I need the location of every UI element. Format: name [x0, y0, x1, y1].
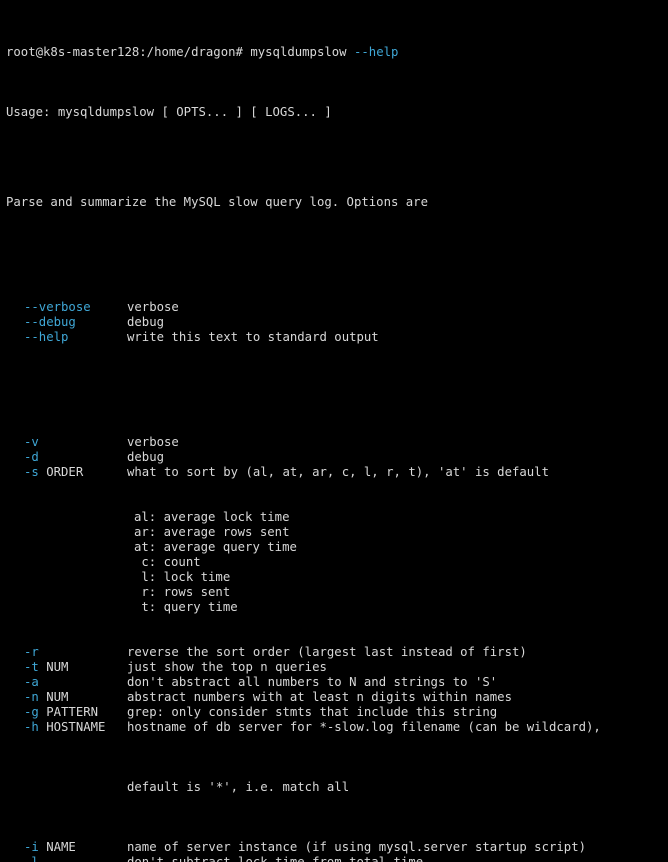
option-flag-name: -s [24, 465, 39, 479]
option-flag: -n NUM [24, 690, 68, 705]
option-line: -t NUM just show the top n queries [6, 660, 668, 675]
sort-key-description: l: lock time [134, 570, 231, 584]
short-options-list-b: -r reverse the sort order (largest last i… [6, 645, 668, 735]
option-continuation-line: default is '*', i.e. match all [6, 780, 668, 795]
option-flag: -a [24, 675, 39, 690]
option-description: verbose [127, 435, 179, 449]
option-flag-name: --help [24, 330, 69, 344]
sort-key-line: t: query time [6, 600, 668, 615]
option-argument: ORDER [38, 465, 84, 479]
sort-key-line: r: rows sent [6, 585, 668, 600]
option-line: --verbose verbose [6, 300, 668, 315]
sort-key-line: al: average lock time [6, 510, 668, 525]
sort-key-description: al: average lock time [134, 510, 290, 524]
option-description: name of server instance (if using mysql.… [127, 840, 587, 854]
option-argument: NUM [38, 660, 69, 674]
sort-key-description: r: rows sent [134, 585, 231, 599]
shell-prompt: root@k8s-master128:/home/dragon# [6, 45, 243, 59]
sort-key-line: at: average query time [6, 540, 668, 555]
command-argument: --help [353, 45, 399, 59]
option-flag-name: -t [24, 660, 39, 674]
long-options-list: --verbose verbose --debug debug --help write … [6, 300, 668, 345]
sort-key-description: ar: average rows sent [134, 525, 290, 539]
option-description: debug [127, 450, 165, 464]
option-flag-name: -g [24, 705, 39, 719]
option-argument: PATTERN [38, 705, 99, 719]
option-flag: -d [24, 450, 39, 465]
option-flag-name: -a [24, 675, 39, 689]
option-flag: -g PATTERN [24, 705, 98, 720]
option-flag: -t NUM [24, 660, 68, 675]
sort-keys-list: al: average lock time ar: average rows se… [6, 510, 668, 615]
option-argument: HOSTNAME [38, 720, 106, 734]
option-flag: -l [24, 855, 39, 862]
option-line: -g PATTERN grep: only consider stmts that… [6, 705, 668, 720]
terminal-window[interactable]: root@k8s-master128:/home/dragon# mysqldu… [0, 0, 668, 862]
sort-key-line: c: count [6, 555, 668, 570]
option-line: -d debug [6, 450, 668, 465]
short-options-list-c: -i NAME name of server instance (if using… [6, 840, 668, 862]
option-line: -n NUM abstract numbers with at least n d… [6, 690, 668, 705]
sort-key-description: c: count [134, 555, 201, 569]
option-description: don't abstract all numbers to N and stri… [127, 675, 498, 689]
sort-key-description: at: average query time [134, 540, 297, 554]
sort-key-description: t: query time [134, 600, 238, 614]
option-line: --help write this text to standard output [6, 330, 668, 345]
option-flag: --help [24, 330, 68, 345]
option-flag-name: -n [24, 690, 39, 704]
option-argument: NUM [38, 690, 69, 704]
usage-line: Usage: mysqldumpslow [ OPTS... ] [ LOGS.… [6, 105, 332, 119]
intro-line: Parse and summarize the MySQL slow query… [6, 195, 428, 209]
option-flag-name: -v [24, 435, 39, 449]
option-argument: NAME [38, 840, 76, 854]
option-flag: --verbose [24, 300, 91, 315]
option-flag-name: -h [24, 720, 39, 734]
option-flag: -s ORDER [24, 465, 83, 480]
option-flag-name: --verbose [24, 300, 91, 314]
option-flag-name: --debug [24, 315, 76, 329]
option-description: just show the top n queries [127, 660, 327, 674]
option-description: grep: only consider stmts that include t… [127, 705, 498, 719]
option-line: --debug debug [6, 315, 668, 330]
prompt-line: root@k8s-master128:/home/dragon# mysqldu… [6, 45, 668, 60]
short-options-list-a: -v verbose -d debug -s ORDER what to sort by … [6, 435, 668, 480]
option-flag: --debug [24, 315, 76, 330]
option-flag: -r [24, 645, 39, 660]
option-description: hostname of db server for *-slow.log fil… [127, 720, 601, 734]
option-description: reverse the sort order (largest last ins… [127, 645, 527, 659]
option-flag: -h HOSTNAME [24, 720, 105, 735]
option-description: don't subtract lock time from total time [127, 855, 424, 862]
option-flag: -v [24, 435, 39, 450]
option-flag-name: -d [24, 450, 39, 464]
option-flag-name: -l [24, 855, 39, 862]
option-line: -i NAME name of server instance (if using… [6, 840, 668, 855]
option-description: default is '*', i.e. match all [127, 780, 350, 794]
command-name: mysqldumpslow [250, 45, 347, 59]
option-description: debug [127, 315, 165, 329]
option-flag-name: -r [24, 645, 39, 659]
option-line: -h HOSTNAME hostname of db server for *-s… [6, 720, 668, 735]
option-line: -l don't subtract lock time from total ti… [6, 855, 668, 862]
option-description: abstract numbers with at least n digits … [127, 690, 512, 704]
option-line: -v verbose [6, 435, 668, 450]
option-line: -a don't abstract all numbers to N and st… [6, 675, 668, 690]
option-description: verbose [127, 300, 179, 314]
option-line: -s ORDER what to sort by (al, at, ar, c, … [6, 465, 668, 480]
sort-key-line: l: lock time [6, 570, 668, 585]
option-flag: -i NAME [24, 840, 76, 855]
sort-key-line: ar: average rows sent [6, 525, 668, 540]
option-description: what to sort by (al, at, ar, c, l, r, t)… [127, 465, 549, 479]
option-description: write this text to standard output [127, 330, 379, 344]
option-flag-name: -i [24, 840, 39, 854]
option-line: -r reverse the sort order (largest last i… [6, 645, 668, 660]
